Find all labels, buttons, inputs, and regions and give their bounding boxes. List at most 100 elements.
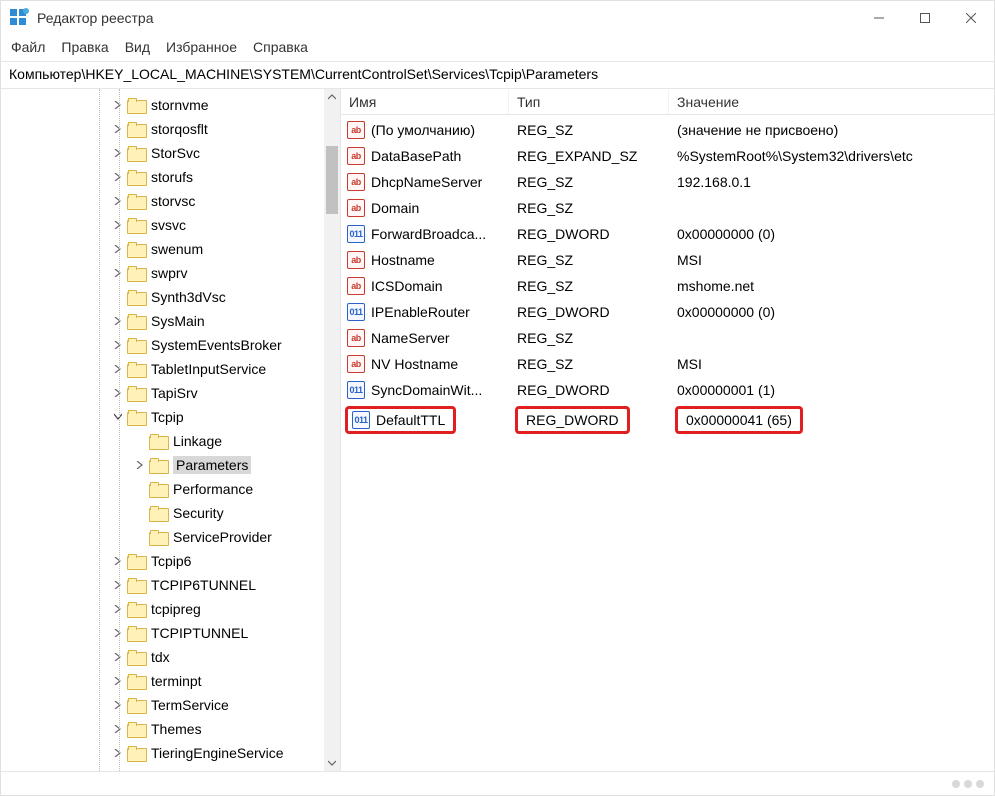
tree-item[interactable]: Performance — [1, 477, 324, 501]
tree-item[interactable]: Tcpip6 — [1, 549, 324, 573]
tree-item[interactable]: TapiSrv — [1, 381, 324, 405]
tree-item[interactable]: storufs — [1, 165, 324, 189]
value-row[interactable]: ab(По умолчанию)REG_SZ(значение не присв… — [341, 117, 994, 143]
chevron-right-icon[interactable] — [111, 746, 125, 760]
scroll-up-button[interactable] — [324, 89, 340, 105]
value-row[interactable]: 011DefaultTTLREG_DWORD0x00000041 (65) — [341, 403, 994, 437]
tree-item[interactable]: SystemEventsBroker — [1, 333, 324, 357]
value-row[interactable]: abDataBasePathREG_EXPAND_SZ%SystemRoot%\… — [341, 143, 994, 169]
value-data-cell: %SystemRoot%\System32\drivers\etc — [669, 148, 994, 164]
value-type: REG_DWORD — [517, 382, 610, 398]
chevron-right-icon[interactable] — [111, 218, 125, 232]
folder-icon — [149, 530, 167, 544]
chevron-right-icon[interactable] — [111, 122, 125, 136]
value-name: ICSDomain — [371, 278, 443, 294]
tree-item[interactable]: Synth3dVsc — [1, 285, 324, 309]
tree-item[interactable]: Security — [1, 501, 324, 525]
chevron-right-icon[interactable] — [111, 242, 125, 256]
tree-item[interactable]: StorSvc — [1, 141, 324, 165]
tree-item[interactable]: SysMain — [1, 309, 324, 333]
value-type: REG_SZ — [517, 174, 573, 190]
scroll-down-button[interactable] — [324, 755, 340, 771]
value-row[interactable]: 011IPEnableRouterREG_DWORD0x00000000 (0) — [341, 299, 994, 325]
tree-item[interactable]: Linkage — [1, 429, 324, 453]
value-name: NameServer — [371, 330, 450, 346]
maximize-button[interactable] — [902, 2, 948, 34]
folder-icon — [127, 218, 145, 232]
chevron-right-icon[interactable] — [111, 698, 125, 712]
value-row[interactable]: 011SyncDomainWit...REG_DWORD0x00000001 (… — [341, 377, 994, 403]
col-header-type[interactable]: Тип — [509, 90, 669, 114]
tree-item[interactable]: svsvc — [1, 213, 324, 237]
value-type: REG_SZ — [517, 122, 573, 138]
chevron-right-icon[interactable] — [111, 722, 125, 736]
value-row[interactable]: abHostnameREG_SZMSI — [341, 247, 994, 273]
chevron-right-icon[interactable] — [111, 650, 125, 664]
menu-file[interactable]: Файл — [11, 39, 45, 55]
chevron-right-icon[interactable] — [111, 362, 125, 376]
tree-item[interactable]: storqosflt — [1, 117, 324, 141]
col-header-value[interactable]: Значение — [669, 90, 994, 114]
tree-scrollbar[interactable] — [324, 89, 340, 771]
minimize-button[interactable] — [856, 2, 902, 34]
folder-icon — [127, 266, 145, 280]
tree-item-label: StorSvc — [151, 145, 200, 161]
chevron-right-icon[interactable] — [111, 578, 125, 592]
value-row[interactable]: 011ForwardBroadca...REG_DWORD0x00000000 … — [341, 221, 994, 247]
close-button[interactable] — [948, 2, 994, 34]
chevron-right-icon[interactable] — [111, 626, 125, 640]
tree-item[interactable]: storvsc — [1, 189, 324, 213]
chevron-right-icon[interactable] — [111, 386, 125, 400]
value-row[interactable]: abICSDomainREG_SZmshome.net — [341, 273, 994, 299]
chevron-right-icon[interactable] — [111, 674, 125, 688]
folder-icon — [127, 650, 145, 664]
col-header-name[interactable]: Имя — [341, 90, 509, 114]
tree-item[interactable]: Parameters — [1, 453, 324, 477]
chevron-right-icon[interactable] — [111, 194, 125, 208]
value-type: REG_DWORD — [517, 304, 610, 320]
address-bar[interactable]: Компьютер\HKEY_LOCAL_MACHINE\SYSTEM\Curr… — [1, 62, 994, 89]
value-row[interactable]: abDhcpNameServerREG_SZ192.168.0.1 — [341, 169, 994, 195]
tree-item[interactable]: TieringEngineService — [1, 741, 324, 765]
menu-favorites[interactable]: Избранное — [166, 39, 237, 55]
value-name-cell: ab(По умолчанию) — [341, 121, 509, 139]
window-root: Редактор реестра Файл Правка Вид Избранн… — [0, 0, 995, 796]
chevron-right-icon[interactable] — [111, 314, 125, 328]
tree-item[interactable]: swprv — [1, 261, 324, 285]
menu-view[interactable]: Вид — [125, 39, 150, 55]
scroll-thumb[interactable] — [326, 146, 338, 214]
titlebar[interactable]: Редактор реестра — [1, 1, 994, 35]
chevron-down-icon[interactable] — [111, 410, 125, 424]
tree-item[interactable]: stornvme — [1, 93, 324, 117]
menu-edit[interactable]: Правка — [61, 39, 108, 55]
tree-item-label: terminpt — [151, 673, 202, 689]
value-row[interactable]: abDomainREG_SZ — [341, 195, 994, 221]
chevron-right-icon[interactable] — [111, 266, 125, 280]
tree-item[interactable]: TermService — [1, 693, 324, 717]
tree-item[interactable]: TCPIP6TUNNEL — [1, 573, 324, 597]
value-row[interactable]: abNameServerREG_SZ — [341, 325, 994, 351]
tree-item[interactable]: terminpt — [1, 669, 324, 693]
folder-icon — [127, 410, 145, 424]
value-row[interactable]: abNV HostnameREG_SZMSI — [341, 351, 994, 377]
chevron-right-icon[interactable] — [111, 602, 125, 616]
value-data: 0x00000041 (65) — [686, 412, 792, 428]
tree-item[interactable]: ServiceProvider — [1, 525, 324, 549]
value-name: DefaultTTL — [376, 412, 445, 428]
menu-help[interactable]: Справка — [253, 39, 308, 55]
chevron-right-icon[interactable] — [111, 170, 125, 184]
folder-icon — [127, 698, 145, 712]
tree-item[interactable]: tcpipreg — [1, 597, 324, 621]
tree-item[interactable]: tdx — [1, 645, 324, 669]
tree-item[interactable]: TabletInputService — [1, 357, 324, 381]
chevron-right-icon[interactable] — [111, 554, 125, 568]
tree-item[interactable]: TCPIPTUNNEL — [1, 621, 324, 645]
chevron-right-icon[interactable] — [111, 338, 125, 352]
resize-grip-icon[interactable] — [952, 780, 984, 788]
chevron-right-icon[interactable] — [133, 458, 147, 472]
tree-item[interactable]: Tcpip — [1, 405, 324, 429]
tree-item[interactable]: Themes — [1, 717, 324, 741]
chevron-right-icon[interactable] — [111, 146, 125, 160]
tree-item[interactable]: swenum — [1, 237, 324, 261]
chevron-right-icon[interactable] — [111, 98, 125, 112]
